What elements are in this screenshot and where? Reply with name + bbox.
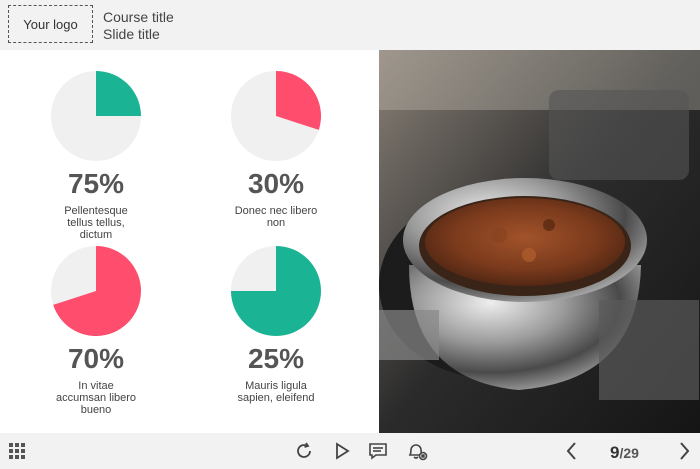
replay-icon[interactable] (294, 441, 314, 461)
course-title: Course title (103, 9, 174, 25)
stat-percent: 70% (67, 343, 125, 374)
page-counter: 9/29 (610, 443, 639, 463)
header: Your logo Course title Slide title (0, 0, 700, 50)
chevron-left-icon[interactable] (562, 441, 582, 461)
stat-caption: Mauris ligula sapien, eleifend (237, 380, 315, 404)
stat-caption: Pellentesque tellus tellus, dictum (64, 205, 128, 241)
stat-percent: 25% (247, 343, 305, 374)
player-controls: 9/29 (0, 433, 700, 469)
grid-menu-icon[interactable] (8, 441, 28, 461)
titles: Course title Slide title (103, 9, 174, 43)
chevron-right-icon[interactable] (674, 441, 694, 461)
play-icon[interactable] (332, 441, 352, 461)
stat-percent: 30% (247, 168, 305, 199)
slide-title: Slide title (103, 26, 160, 42)
pie-chart (51, 71, 141, 161)
stat-caption: Donec nec libero non (234, 205, 318, 229)
notifications-off-icon[interactable] (406, 441, 428, 461)
pie-slice (96, 71, 141, 116)
logo: Your logo (8, 5, 93, 43)
notes-icon[interactable] (368, 441, 388, 461)
stats-panel: 75% Pellentesque tellus tellus, dictum 30%… (0, 50, 379, 433)
stat-percent: 75% (67, 168, 125, 199)
total-pages: /29 (619, 445, 639, 461)
pie-chart (231, 246, 321, 336)
stat-caption: In vitae accumsan libero bueno (55, 380, 137, 416)
pie-chart (231, 71, 322, 161)
coffee-photo (379, 50, 700, 433)
pie-chart (51, 246, 141, 336)
